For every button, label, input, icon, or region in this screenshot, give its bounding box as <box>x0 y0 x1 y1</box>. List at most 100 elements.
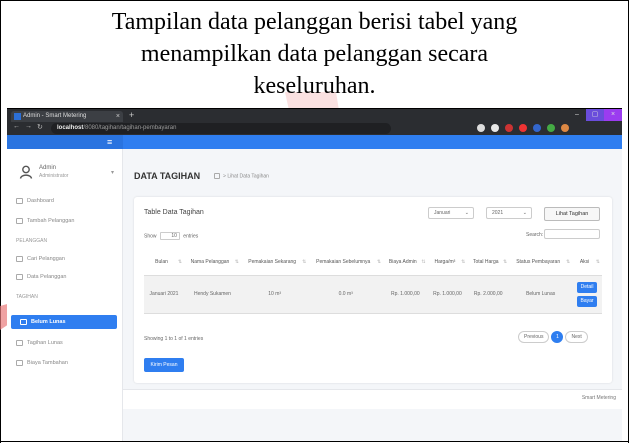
column-header[interactable]: Bulan ⇅ <box>144 249 185 276</box>
sidebar-item-label: Biaya Tambahan <box>27 360 68 366</box>
footer-text: Smart Metering <box>581 395 616 401</box>
table-cell: Belum Lunas <box>509 275 573 314</box>
column-header[interactable]: Total Harga ⇅ <box>467 249 510 276</box>
add-user-icon <box>16 218 23 224</box>
table-cell: 10 m³ <box>240 275 309 314</box>
dashboard-icon <box>16 198 23 204</box>
sort-icon: ⇅ <box>595 259 600 265</box>
close-tab-icon[interactable]: × <box>116 111 120 122</box>
forward-icon[interactable]: → <box>25 123 32 130</box>
bayar-button[interactable]: Bayar <box>577 295 598 307</box>
section-heading: TAGIHAN <box>16 294 38 300</box>
table-cell: Rp. 2.000,00 <box>467 275 510 314</box>
tagihan-table: Bulan ⇅ Nama Pelanggan ⇅ Pemakaian Sekaran… <box>144 249 602 314</box>
sidebar-item-tambah-pelanggan[interactable]: Tambah Pelanggan <box>7 214 123 228</box>
entries-select[interactable]: 10 <box>159 232 180 240</box>
sidebar-item-label: Tambah Pelanggan <box>27 218 75 224</box>
column-header[interactable]: Pemakaian Sekarang ⇅ <box>240 249 309 276</box>
caption-line: menampilkan data pelanggan secara <box>140 41 489 67</box>
sort-icon: ⇅ <box>376 259 382 265</box>
sidebar-item-label: Cari Pelanggan <box>27 256 65 262</box>
extension-icon[interactable] <box>547 124 555 132</box>
column-header[interactable]: Nama Pelanggan ⇅ <box>184 249 241 276</box>
url-path: /8080/tagihan/tagihan-pembayaran <box>83 125 177 131</box>
table-cell: Januari 2021 <box>144 275 185 314</box>
section-heading: PELANGGAN <box>16 238 48 244</box>
tab-title: Admin - Smart Metering <box>23 113 87 119</box>
sidebar-item-data-pelanggan[interactable]: Data Pelanggan <box>7 270 123 284</box>
sidebar-item-label: Belum Lunas <box>31 319 66 325</box>
table-cell: 0.0 m³ <box>308 275 384 314</box>
browser-tab[interactable]: Admin - Smart Metering × <box>11 111 123 122</box>
back-icon[interactable]: ← <box>13 123 20 130</box>
card-title: Table Data Tagihan <box>144 209 204 216</box>
column-header[interactable]: Aksi ⇅ <box>572 249 602 276</box>
month-select[interactable]: Januari ⌄ <box>428 207 474 219</box>
page-title: DATA TAGIHAN <box>134 171 201 181</box>
user-name: Admin <box>39 165 57 171</box>
sidebar-header <box>7 135 123 149</box>
sort-icon: ⇅ <box>177 259 183 265</box>
sidebar-item-label: Dashboard <box>27 198 54 204</box>
extension-icon[interactable] <box>491 124 499 132</box>
next-button[interactable]: Next <box>565 331 588 343</box>
bill-icon <box>20 319 27 325</box>
sidebar-item-dashboard[interactable]: Dashboard <box>7 194 123 208</box>
sort-icon: ⇅ <box>421 259 426 265</box>
search-input[interactable] <box>544 229 600 239</box>
year-select-value: 2021 <box>492 210 504 216</box>
data-card: Table Data Tagihan Januari ⌄ 2021 ⌄ Liha… <box>134 197 612 383</box>
caption-line: Tampilan data pelanggan berisi tabel yan… <box>111 9 518 35</box>
sidebar-item-belum-lunas[interactable]: Belum Lunas <box>11 315 117 329</box>
sort-icon: ⇅ <box>302 259 307 265</box>
avatar-icon[interactable] <box>561 124 569 132</box>
table-cell: Rp. 1.000,00 <box>427 275 468 314</box>
table-info: Showing 1 to 1 of 1 entries <box>144 336 204 342</box>
extension-icons <box>477 124 569 132</box>
window-controls: – ▢ × <box>568 109 622 121</box>
table-cell: Rp. 1.000,00 <box>383 275 428 314</box>
column-header[interactable]: Status Pembayaran ⇅ <box>509 249 573 276</box>
previous-button[interactable]: Previous <box>518 331 550 343</box>
extension-icon[interactable] <box>533 124 541 132</box>
page-1-button[interactable]: 1 <box>551 331 564 343</box>
address-bar[interactable]: localhost/8080/tagihan/tagihan-pembayara… <box>51 123 391 134</box>
sidebar: Admin Administrator ▾ Dashboard Tambah P… <box>7 149 123 441</box>
kirim-pesan-button[interactable]: Kirim Pesan <box>144 358 184 372</box>
pagination: Previous 1 Next <box>518 331 588 343</box>
detail-button[interactable]: Detail <box>577 281 598 293</box>
extension-icon[interactable] <box>519 124 527 132</box>
maximize-icon[interactable]: ▢ <box>586 109 604 121</box>
main-content: DATA TAGIHAN > Lihat Data Tagihan Table … <box>123 149 622 441</box>
menu-toggle-icon[interactable]: ≡ <box>107 137 112 147</box>
caption-line: keseluruhan. <box>253 73 376 99</box>
check-icon <box>16 340 23 346</box>
table-header-row: Bulan ⇅ Nama Pelanggan ⇅ Pemakaian Sekaran… <box>144 249 602 276</box>
entries-label: entries <box>183 233 199 240</box>
column-header[interactable]: Biaya Admin ⇅ <box>383 249 428 276</box>
user-icon <box>19 165 33 179</box>
breadcrumb-current: Lihat Data Tagihan <box>227 173 269 180</box>
table-cell: Hendy Sukamen <box>184 275 241 314</box>
lihat-tagihan-button[interactable]: Lihat Tagihan <box>544 207 600 221</box>
chevron-down-icon[interactable]: ▾ <box>111 169 114 176</box>
footer: Smart Metering <box>123 389 622 409</box>
sidebar-item-biaya-tambahan[interactable]: Biaya Tambahan <box>7 356 123 370</box>
column-header[interactable]: Pemakaian Sebelumnya ⇅ <box>308 249 384 276</box>
column-header[interactable]: Harga/m³ ⇅ <box>427 249 468 276</box>
plus-icon <box>16 360 23 366</box>
home-icon[interactable] <box>214 173 220 179</box>
sidebar-item-label: Data Pelanggan <box>27 274 67 280</box>
breadcrumb: > Lihat Data Tagihan <box>214 173 269 179</box>
search-icon <box>16 256 23 262</box>
sidebar-item-tagihan-lunas[interactable]: Tagihan Lunas <box>7 336 123 350</box>
star-icon[interactable] <box>477 124 485 132</box>
minimize-icon[interactable]: – <box>568 109 586 121</box>
extension-icon[interactable] <box>505 124 513 132</box>
close-window-icon[interactable]: × <box>604 109 622 121</box>
chevron-down-icon: ⌄ <box>464 210 469 216</box>
sidebar-item-cari-pelanggan[interactable]: Cari Pelanggan <box>7 252 123 266</box>
year-select[interactable]: 2021 ⌄ <box>486 207 532 219</box>
reload-icon[interactable]: ↻ <box>37 123 43 131</box>
new-tab-icon[interactable]: + <box>129 110 134 120</box>
